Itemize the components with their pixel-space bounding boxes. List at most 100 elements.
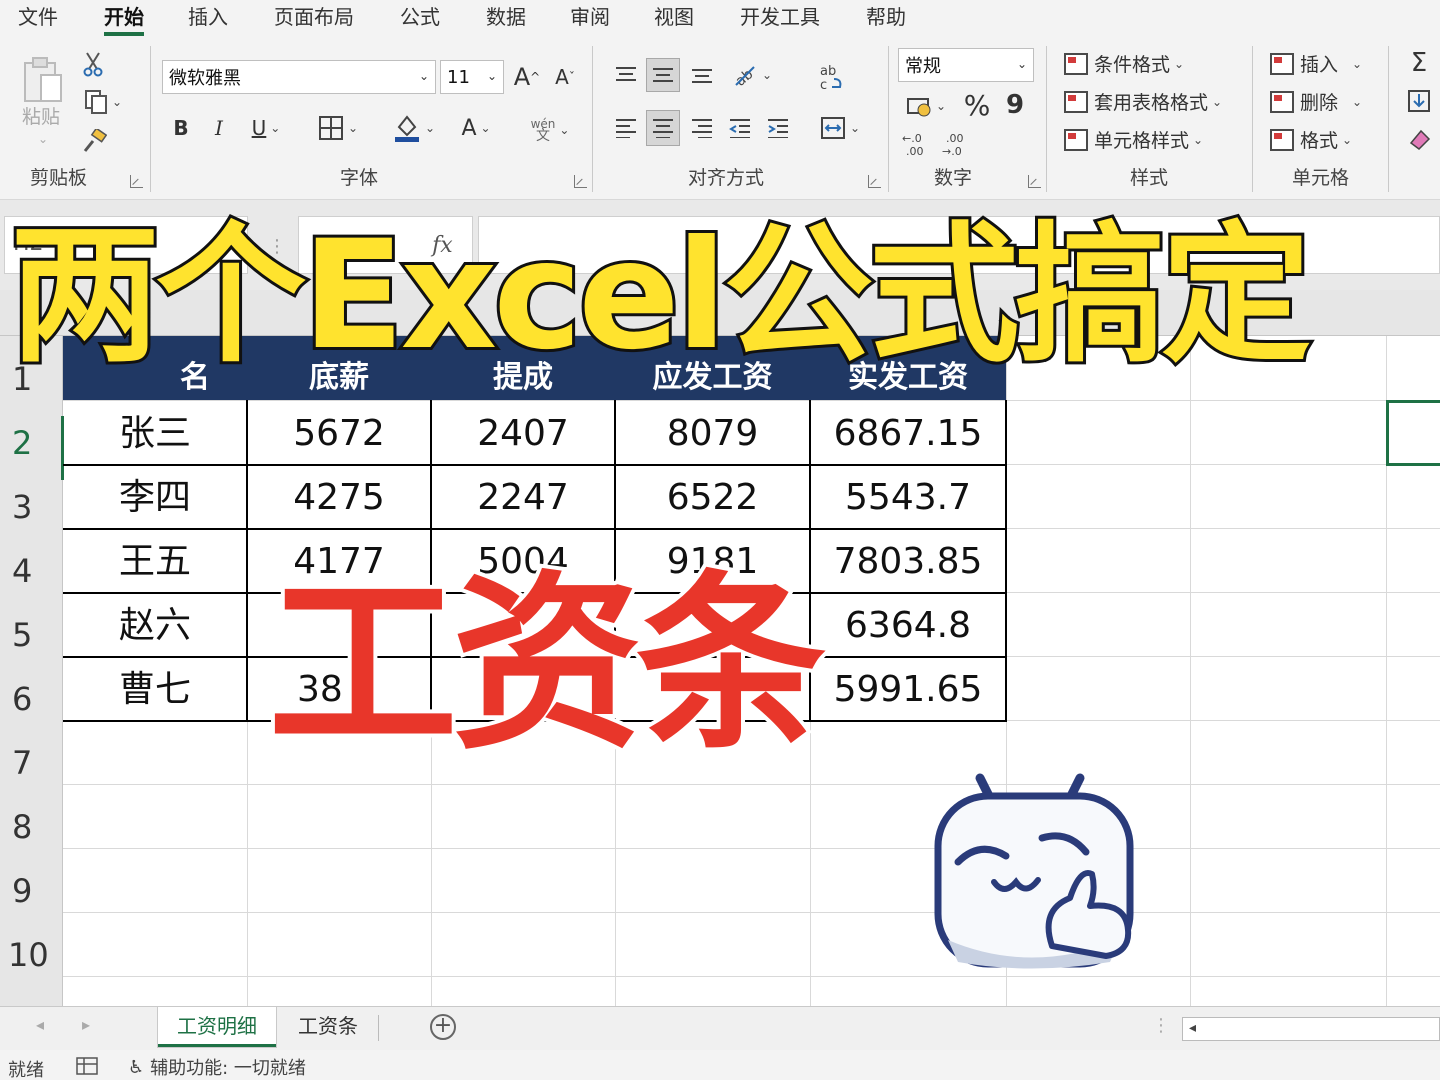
- splitter-handle-icon[interactable]: ⋮: [1152, 1015, 1170, 1036]
- sheet-next-icon[interactable]: ▸: [82, 1015, 90, 1034]
- clipboard-launcher-icon[interactable]: [130, 175, 143, 188]
- accessibility-status[interactable]: ♿ 辅助功能: 一切就绪: [128, 1054, 306, 1080]
- clear-eraser-icon[interactable]: [1404, 124, 1434, 154]
- wrap-text-icon[interactable]: ab c: [814, 58, 848, 98]
- percent-style-icon[interactable]: %: [960, 88, 994, 122]
- font-size-select[interactable]: 11 ⌄: [440, 60, 504, 94]
- cell-mode-icon[interactable]: [76, 1056, 98, 1080]
- bold-icon[interactable]: B: [168, 112, 194, 144]
- font-launcher-icon[interactable]: [574, 175, 587, 188]
- font-size-value: 11: [447, 66, 470, 88]
- row-number[interactable]: 8: [0, 808, 63, 846]
- tab-insert[interactable]: 插入: [188, 0, 228, 36]
- sheet-tab-salary-detail[interactable]: 工资明细: [158, 1007, 276, 1047]
- merge-center-icon[interactable]: ⌄: [814, 110, 866, 146]
- align-bottom-icon[interactable]: [686, 58, 718, 92]
- align-middle-icon[interactable]: [646, 58, 680, 92]
- align-center-icon[interactable]: [646, 110, 680, 146]
- tab-developer[interactable]: 开发工具: [740, 0, 820, 36]
- paste-label[interactable]: 粘贴: [22, 102, 60, 129]
- increase-indent-icon[interactable]: [762, 110, 794, 146]
- row-number[interactable]: 4: [0, 552, 63, 590]
- paste-icon[interactable]: [18, 50, 68, 110]
- active-cell-selection[interactable]: [1386, 400, 1440, 466]
- tab-home[interactable]: 开始: [104, 0, 144, 36]
- table-cell[interactable]: 6364.8: [810, 594, 1006, 658]
- autosum-icon[interactable]: Σ: [1404, 48, 1434, 78]
- row-number[interactable]: 7: [0, 744, 63, 782]
- styles-group: 条件格式 ⌄ 套用表格格式 ⌄ 单元格样式 ⌄ 样式: [1046, 36, 1252, 198]
- table-cell[interactable]: 4275: [247, 466, 431, 530]
- row-number[interactable]: 3: [0, 488, 63, 526]
- table-cell[interactable]: 曹七: [63, 658, 247, 722]
- borders-icon[interactable]: ⌄: [310, 112, 366, 144]
- row-number[interactable]: 2: [0, 416, 64, 480]
- orientation-icon[interactable]: ab⌄: [726, 58, 778, 92]
- fill-color-icon[interactable]: ⌄: [386, 112, 442, 144]
- decrease-indent-icon[interactable]: [724, 110, 756, 146]
- tab-file[interactable]: 文件: [18, 0, 58, 36]
- number-launcher-icon[interactable]: [1028, 175, 1041, 188]
- cell-styles-button[interactable]: 单元格样式 ⌄: [1064, 126, 1203, 153]
- increase-font-icon[interactable]: A ^: [512, 60, 542, 94]
- format-cells-button[interactable]: 格式 ⌄: [1270, 126, 1352, 153]
- table-cell[interactable]: 6522: [615, 466, 810, 530]
- tab-data[interactable]: 数据: [486, 0, 526, 36]
- delete-cells-button[interactable]: 删除 ⌄: [1270, 88, 1362, 115]
- alignment-group: ab⌄ abc ⌄ 对齐方式: [592, 36, 888, 198]
- format-as-table-button[interactable]: 套用表格格式 ⌄: [1064, 88, 1222, 115]
- table-cell[interactable]: 8079: [615, 402, 810, 466]
- fill-down-icon[interactable]: [1404, 86, 1434, 116]
- table-cell[interactable]: 李四: [63, 466, 247, 530]
- tab-review[interactable]: 审阅: [570, 0, 610, 36]
- row-number[interactable]: 5: [0, 616, 63, 654]
- add-sheet-icon[interactable]: +: [430, 1014, 456, 1040]
- tab-help[interactable]: 帮助: [866, 0, 906, 36]
- conditional-format-button[interactable]: 条件格式 ⌄: [1064, 50, 1184, 77]
- decrease-decimal-icon[interactable]: .00 →.0: [940, 128, 972, 158]
- align-top-icon[interactable]: [610, 58, 642, 92]
- phonetic-guide-icon[interactable]: wén 文 ⌄: [522, 112, 578, 148]
- font-color-icon[interactable]: A ⌄: [452, 112, 500, 144]
- table-cell[interactable]: 2247: [431, 466, 615, 530]
- table-cell[interactable]: 张三: [63, 402, 247, 466]
- row-number[interactable]: 10: [0, 936, 63, 974]
- sheet-tab-payslip[interactable]: 工资条: [280, 1007, 376, 1047]
- row-number[interactable]: 6: [0, 680, 63, 718]
- row-number[interactable]: 9: [0, 872, 63, 910]
- underline-icon[interactable]: U ⌄: [242, 112, 290, 144]
- table-cell[interactable]: 5543.7: [810, 466, 1006, 530]
- increase-decimal-icon[interactable]: ←.0.00: [900, 128, 932, 158]
- paste-dropdown-chevron-icon[interactable]: ⌄: [38, 132, 48, 146]
- align-right-icon[interactable]: [686, 110, 718, 146]
- table-cell[interactable]: 6867.15: [810, 402, 1006, 466]
- comma-style-icon[interactable]: 9: [1000, 88, 1030, 122]
- alignment-launcher-icon[interactable]: [868, 175, 881, 188]
- format-painter-icon[interactable]: [80, 128, 108, 156]
- format-cells-icon: [1270, 128, 1294, 151]
- scroll-left-icon[interactable]: ◂: [1189, 1020, 1196, 1036]
- horizontal-scrollbar[interactable]: ◂: [1182, 1017, 1440, 1041]
- tab-page-layout[interactable]: 页面布局: [274, 0, 354, 36]
- table-cell[interactable]: 5991.65: [810, 658, 1006, 722]
- sheet-prev-icon[interactable]: ◂: [36, 1015, 44, 1034]
- table-cell[interactable]: 5672: [247, 402, 431, 466]
- align-left-icon[interactable]: [610, 110, 642, 146]
- accounting-format-icon[interactable]: ⌄: [900, 90, 952, 122]
- number-group: 常规 ⌄ ⌄ % 9 ←.0.00 .00 →.0 数字: [888, 36, 1046, 198]
- table-cell[interactable]: 7803.85: [810, 530, 1006, 594]
- italic-icon[interactable]: I: [206, 112, 232, 144]
- svg-text:c: c: [820, 78, 827, 93]
- insert-cells-button[interactable]: 插入 ⌄: [1270, 50, 1362, 77]
- copy-icon[interactable]: ⌄: [78, 88, 128, 116]
- tab-formulas[interactable]: 公式: [400, 0, 440, 36]
- number-format-select[interactable]: 常规 ⌄: [898, 48, 1034, 82]
- decrease-font-icon[interactable]: Aˇ: [550, 60, 580, 94]
- cut-icon[interactable]: [80, 50, 106, 78]
- table-cell[interactable]: 王五: [63, 530, 247, 594]
- font-name-select[interactable]: 微软雅黑 ⌄: [162, 60, 436, 94]
- table-cell[interactable]: 赵六: [63, 594, 247, 658]
- ribbon: 粘贴 ⌄ ⌄ 剪贴板 微软雅黑 ⌄ 11 ⌄ A ^ Aˇ B I U ⌄ ⌄ ⌄: [0, 36, 1440, 200]
- table-cell[interactable]: 2407: [431, 402, 615, 466]
- tab-view[interactable]: 视图: [654, 0, 694, 36]
